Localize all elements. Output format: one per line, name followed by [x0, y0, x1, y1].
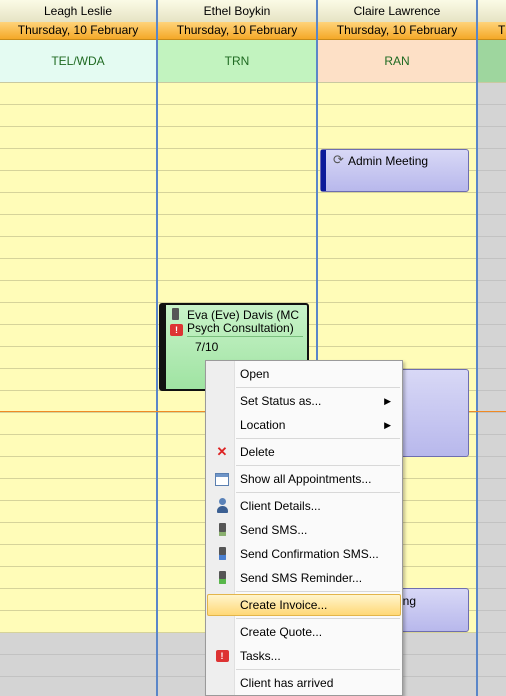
appointment-status-bar	[161, 305, 166, 389]
column-leagh-leslie: Leagh Leslie Thursday, 10 February TEL/W…	[0, 0, 156, 696]
menu-item-label: Location	[240, 418, 286, 432]
column-date[interactable]: Thursday, 10 February	[318, 22, 476, 40]
phone-reminder-icon	[214, 570, 230, 586]
appointment-title: Admin Meeting	[348, 154, 429, 168]
calendar-icon	[214, 471, 230, 487]
menu-item-label: Send SMS...	[240, 523, 308, 537]
appointment-block-partial[interactable]: ing	[395, 588, 469, 632]
time-slots[interactable]	[478, 83, 506, 696]
appointment-divider	[187, 336, 303, 337]
column-date[interactable]: T	[478, 22, 506, 40]
menu-item-label: Send Confirmation SMS...	[240, 547, 379, 561]
submenu-arrow-icon: ▶	[384, 396, 391, 406]
column-divider	[156, 0, 158, 696]
menu-item-open[interactable]: Open	[207, 363, 401, 385]
practitioner-name[interactable]: Ethel Boykin	[158, 0, 316, 23]
menu-separator	[236, 492, 400, 493]
menu-separator	[236, 438, 400, 439]
menu-separator	[236, 465, 400, 466]
column-date[interactable]: Thursday, 10 February	[0, 22, 156, 40]
menu-item-create-invoice[interactable]: Create Invoice...	[207, 594, 401, 616]
column-partial: T	[478, 0, 506, 696]
menu-item-label: Send SMS Reminder...	[240, 571, 363, 585]
unavailable-slots	[0, 633, 156, 696]
menu-item-label: Delete	[240, 445, 275, 459]
menu-item-client-has-arrived[interactable]: Client has arrived	[207, 672, 401, 694]
menu-item-label: Create Quote...	[240, 625, 323, 639]
menu-item-show-all-appointments[interactable]: Show all Appointments...	[207, 468, 401, 490]
task-alert-icon: !	[214, 648, 230, 664]
client-icon	[214, 498, 230, 514]
context-menu: Open Set Status as... ▶ Location ▶ ✕ Del…	[205, 360, 403, 696]
menu-item-label: Open	[240, 367, 270, 381]
mobile-phone-icon	[172, 308, 179, 320]
menu-separator	[236, 669, 400, 670]
location-label[interactable]: TEL/WDA	[0, 40, 156, 83]
menu-item-label: Client has arrived	[240, 676, 334, 690]
location-label[interactable]	[478, 40, 506, 83]
practitioner-name[interactable]	[478, 0, 506, 23]
menu-item-client-details[interactable]: Client Details...	[207, 495, 401, 517]
recurring-icon: ⟳	[333, 152, 344, 167]
menu-item-set-status[interactable]: Set Status as... ▶	[207, 390, 401, 412]
practitioner-name[interactable]: Claire Lawrence	[318, 0, 476, 23]
submenu-arrow-icon: ▶	[384, 420, 391, 430]
menu-item-create-quote[interactable]: Create Quote...	[207, 621, 401, 643]
column-date[interactable]: Thursday, 10 February	[158, 22, 316, 40]
task-alert-icon: !	[170, 324, 183, 336]
menu-item-location[interactable]: Location ▶	[207, 414, 401, 436]
time-slots[interactable]	[0, 83, 156, 696]
menu-item-label: Set Status as...	[240, 394, 322, 408]
location-label[interactable]: RAN	[318, 40, 476, 83]
menu-item-label: Tasks...	[240, 649, 281, 663]
menu-item-label: Create Invoice...	[240, 598, 328, 612]
menu-item-delete[interactable]: ✕ Delete	[207, 441, 401, 463]
column-divider	[476, 0, 478, 696]
appointment-admin-meeting[interactable]: ⟳ Admin Meeting	[320, 149, 469, 192]
appointment-service: Psych Consultation)	[187, 321, 294, 335]
appointment-block[interactable]	[395, 369, 469, 457]
practitioner-name[interactable]: Leagh Leslie	[0, 0, 156, 23]
menu-separator	[236, 618, 400, 619]
delete-x-icon: ✕	[216, 444, 228, 459]
location-label[interactable]: TRN	[158, 40, 316, 83]
appointment-client: Eva (Eve) Davis (MC	[187, 308, 300, 322]
menu-item-tasks[interactable]: ! Tasks...	[207, 645, 401, 667]
menu-item-label: Client Details...	[240, 499, 321, 513]
phone-icon	[214, 522, 230, 538]
appointment-progress: 7/10	[195, 340, 219, 354]
menu-separator	[236, 591, 400, 592]
menu-item-send-confirmation-sms[interactable]: Send Confirmation SMS...	[207, 543, 401, 565]
menu-separator	[236, 387, 400, 388]
appointment-status-bar	[321, 150, 326, 191]
phone-confirm-icon	[214, 546, 230, 562]
menu-item-send-sms-reminder[interactable]: Send SMS Reminder...	[207, 567, 401, 589]
menu-item-send-sms[interactable]: Send SMS...	[207, 519, 401, 541]
menu-item-label: Show all Appointments...	[240, 472, 372, 486]
